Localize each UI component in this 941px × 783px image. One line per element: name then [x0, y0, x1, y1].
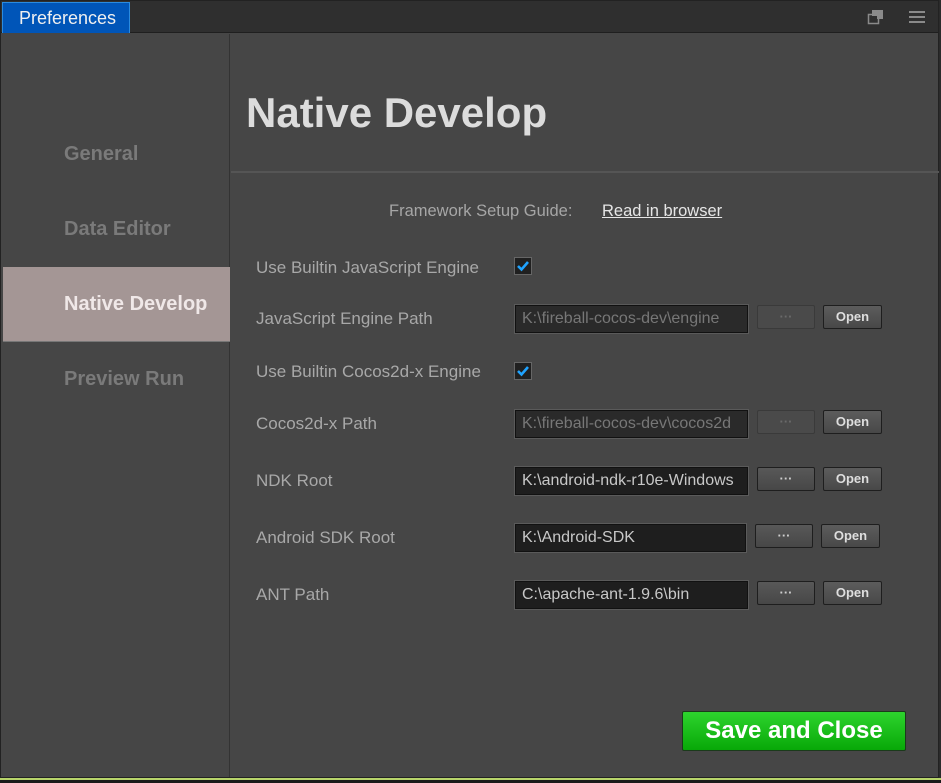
- tab-preferences[interactable]: Preferences: [2, 2, 130, 33]
- sidebar-item-preview-run[interactable]: Preview Run: [3, 342, 230, 417]
- title-bar: Preferences: [1, 1, 938, 33]
- use-builtin-cocos2dx-engine-checkbox[interactable]: [514, 362, 532, 380]
- js-engine-open-button[interactable]: Open: [823, 305, 882, 329]
- android-sdk-root-browse-button[interactable]: ···: [755, 524, 813, 548]
- preferences-window: Preferences General Data Editor Native D…: [0, 0, 939, 778]
- ndk-root-label: NDK Root: [256, 471, 333, 490]
- ndk-root-browse-button[interactable]: ···: [757, 467, 815, 491]
- js-engine-browse-button[interactable]: ···: [757, 305, 815, 329]
- popout-icon[interactable]: [867, 9, 885, 25]
- save-and-close-button[interactable]: Save and Close: [682, 711, 906, 751]
- checkmark-icon: [517, 366, 529, 377]
- use-builtin-js-engine-checkbox[interactable]: [514, 257, 532, 275]
- cocos2dx-open-button[interactable]: Open: [823, 410, 882, 434]
- ndk-root-input[interactable]: K:\android-ndk-r10e-Windows: [514, 466, 749, 496]
- js-engine-path-input[interactable]: K:\fireball-cocos-dev\engine: [514, 304, 749, 334]
- title-divider: [231, 171, 939, 173]
- ant-path-open-button[interactable]: Open: [823, 581, 882, 605]
- js-engine-path-label: JavaScript Engine Path: [256, 309, 433, 328]
- ant-path-browse-button[interactable]: ···: [757, 581, 815, 605]
- use-builtin-cocos2dx-engine-label: Use Builtin Cocos2d-x Engine: [256, 362, 481, 381]
- bottom-border: [0, 778, 941, 783]
- cocos2dx-browse-button[interactable]: ···: [757, 410, 815, 434]
- ant-path-input[interactable]: C:\apache-ant-1.9.6\bin: [514, 580, 749, 610]
- read-in-browser-link[interactable]: Read in browser: [602, 202, 722, 221]
- main-panel: Native Develop Framework Setup Guide: Re…: [231, 34, 939, 777]
- cocos2dx-path-input[interactable]: K:\fireball-cocos-dev\cocos2d: [514, 409, 749, 439]
- android-sdk-root-input[interactable]: K:\Android-SDK: [514, 523, 747, 553]
- android-sdk-root-label: Android SDK Root: [256, 528, 395, 547]
- sidebar-item-general[interactable]: General: [3, 117, 230, 192]
- sidebar-item-native-develop[interactable]: Native Develop: [3, 267, 230, 342]
- page-title: Native Develop: [246, 89, 548, 136]
- android-sdk-root-open-button[interactable]: Open: [821, 524, 880, 548]
- menu-icon[interactable]: [908, 9, 926, 25]
- cocos2dx-path-label: Cocos2d-x Path: [256, 414, 377, 433]
- use-builtin-js-engine-label: Use Builtin JavaScript Engine: [256, 258, 480, 277]
- ndk-root-open-button[interactable]: Open: [823, 467, 882, 491]
- checkmark-icon: [517, 261, 529, 272]
- guide-label: Framework Setup Guide:: [389, 202, 573, 220]
- sidebar: General Data Editor Native Develop Previ…: [3, 34, 230, 777]
- ant-path-label: ANT Path: [256, 585, 330, 604]
- sidebar-item-data-editor[interactable]: Data Editor: [3, 192, 230, 267]
